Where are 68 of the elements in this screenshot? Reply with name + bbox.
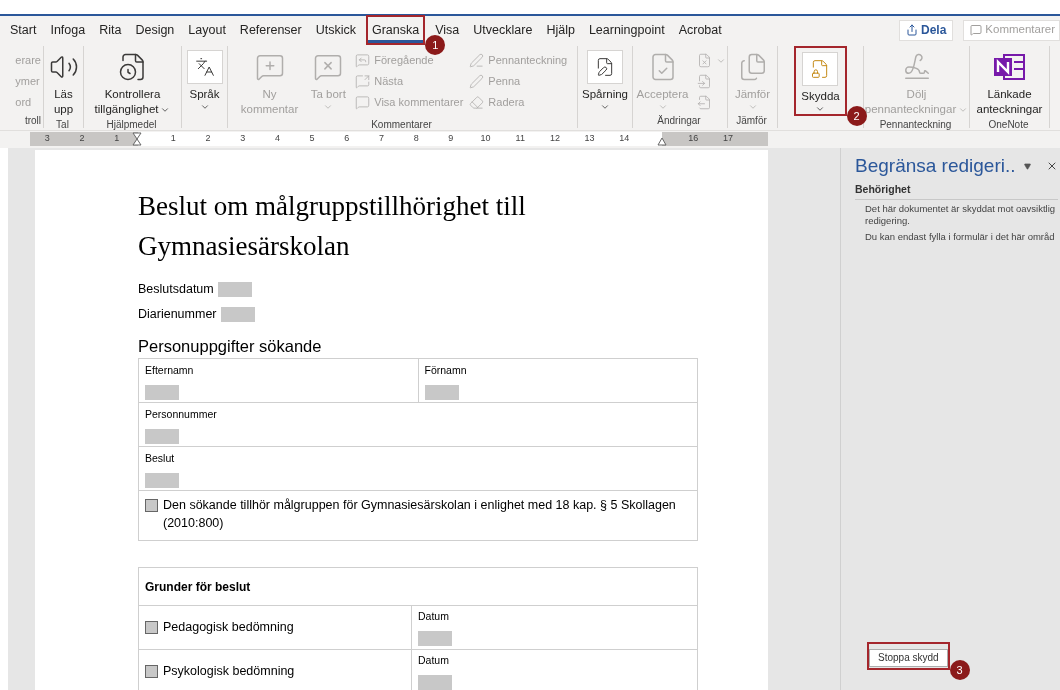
ruler-number: 13 (583, 132, 596, 146)
ribbon-tab[interactable]: Referenser (235, 20, 306, 43)
section-heading: Personuppgifter sökande (138, 336, 323, 357)
ruler-number: 1 (169, 132, 177, 146)
ribbon-tab[interactable]: Layout (184, 20, 230, 43)
ruler-number: 10 (479, 132, 492, 146)
share-button[interactable]: Dela (898, 19, 954, 41)
ruler-number: 16 (687, 132, 700, 146)
pane-text: Du kan endast fylla i formulär i det här områd (865, 230, 1056, 243)
ruler-number: 1 (113, 132, 121, 146)
checkbox-label: Pedagogisk bedömning (163, 619, 294, 637)
document-title: Beslut om målgruppstillhörighet till Gymnasiesärskolan (138, 190, 527, 263)
cell-label: Efternamn (145, 363, 195, 378)
ribbon-tab[interactable]: Hjälp (542, 20, 579, 43)
ruler-number: 8 (412, 132, 420, 146)
ruler-number: 5 (308, 132, 316, 146)
group-label: troll (24, 114, 42, 128)
ribbon-button[interactable]: Läs upp (40, 46, 87, 117)
ruler-number: 2 (78, 132, 86, 146)
section-title: Behörighet (855, 182, 1058, 200)
ribbon-button[interactable]: Spårning (577, 46, 634, 112)
ruler-number: 14 (618, 132, 631, 146)
table-heading: Grunder för beslut (145, 578, 251, 596)
cell-label: Beslut (145, 451, 176, 466)
ribbon-tab[interactable]: Infoga (46, 20, 90, 43)
stop-protection-button[interactable]: Stoppa skydd (869, 648, 948, 667)
group-label: Ändringar (657, 114, 702, 128)
checkbox-label: Psykologisk bedömning (163, 663, 295, 681)
ribbon-button[interactable]: Språk (181, 46, 228, 112)
callout-badge: 2 (846, 106, 867, 126)
ruler-number: 3 (43, 132, 51, 146)
field-label: Beslutsdatum (138, 281, 214, 299)
ruler-number: 6 (343, 132, 351, 146)
ribbon-button[interactable]: Länkade anteckningar (971, 46, 1048, 117)
group-label: Jämför (736, 113, 768, 128)
ribbon-button[interactable]: Kontrollera tillgänglighet (89, 46, 176, 117)
cell-label: Datum (418, 609, 450, 624)
group-label: OneNote (988, 118, 1030, 132)
ribbon-tab[interactable]: Utskick (311, 20, 360, 43)
pane-text: Det här dokumentet är skyddat mot oavsiktlig redigering. (865, 202, 1057, 227)
ruler-number: 17 (722, 132, 735, 146)
ribbon-tab[interactable]: Granska (368, 20, 424, 43)
pane-title: Begränsa redigeri.. (855, 153, 1016, 178)
group-label: Kommentarer (371, 118, 433, 132)
ruler-number: 3 (239, 132, 247, 146)
group-label: Pennanteckning (879, 118, 953, 132)
ruler-number: 7 (377, 132, 385, 146)
cell-label: Personnummer (145, 407, 218, 422)
ruler-number: 9 (447, 132, 455, 146)
callout-badge: 1 (425, 34, 446, 55)
callout-badge: 3 (949, 660, 970, 680)
ribbon-tab[interactable]: Rita (95, 20, 126, 43)
ribbon-tab[interactable]: Start (6, 20, 41, 43)
group-label: Tal (56, 118, 70, 132)
ruler-number: 2 (204, 132, 212, 146)
field-label: Diarienummer (138, 306, 217, 324)
cell-label: Datum (418, 653, 450, 668)
cell-label: Förnamn (424, 363, 468, 378)
ribbon-tab[interactable]: Design (131, 20, 179, 43)
ribbon-button[interactable]: Skydda (796, 48, 845, 114)
ribbon-tab[interactable]: Utvecklare (469, 20, 537, 43)
ruler-number: 11 (514, 132, 526, 146)
group-label: Hjälpmedel (106, 118, 158, 132)
ribbon-tab[interactable]: Learningpoint (584, 20, 669, 43)
ribbon-tab[interactable]: Acrobat (674, 20, 726, 43)
ruler-number: 4 (273, 132, 281, 146)
ruler-number: 12 (548, 132, 561, 146)
checkbox-label: Den sökande tillhör målgruppen för Gymnasiesärskolan i enlighet med 18 kap. § 5 Skollagen (2010:800) (163, 497, 677, 532)
